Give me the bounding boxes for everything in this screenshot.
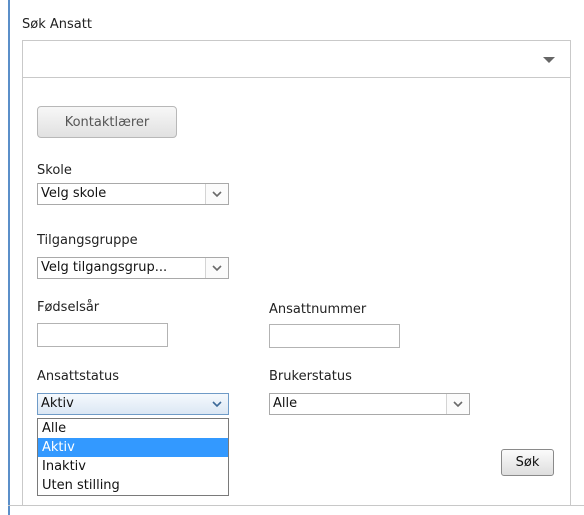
employee-search-combobox[interactable] — [22, 40, 571, 78]
search-button[interactable]: Søk — [501, 449, 554, 476]
school-select-value: Velg skole — [41, 186, 107, 201]
user-status-select[interactable]: Alle — [269, 393, 470, 415]
user-status-label: Brukerstatus — [269, 369, 352, 384]
dropdown-option[interactable]: Alle — [38, 419, 228, 438]
employee-number-input[interactable] — [269, 324, 400, 348]
employee-status-dropdown-list: Alle Aktiv Inaktiv Uten stilling — [37, 418, 229, 496]
employee-status-select[interactable]: Aktiv — [37, 393, 229, 415]
access-group-select[interactable]: Velg tilgangsgrup... — [37, 257, 229, 279]
dropdown-option[interactable]: Uten stilling — [38, 476, 228, 495]
employee-status-select-value: Aktiv — [41, 396, 74, 411]
window-border — [8, 0, 10, 515]
dropdown-option[interactable]: Inaktiv — [38, 457, 228, 476]
birth-year-label: Fødselsår — [37, 300, 100, 315]
school-select[interactable]: Velg skole — [37, 183, 229, 205]
access-group-select-value: Velg tilgangsgrup... — [41, 260, 168, 275]
access-group-label: Tilgangsgruppe — [37, 233, 138, 248]
divider — [8, 505, 584, 506]
chevron-down-icon[interactable] — [205, 394, 228, 414]
employee-status-label: Ansattstatus — [37, 369, 120, 384]
chevron-down-icon[interactable] — [205, 258, 228, 278]
birth-year-input[interactable] — [37, 323, 168, 347]
school-label: Skole — [37, 163, 72, 178]
dropdown-option[interactable]: Aktiv — [38, 438, 228, 457]
chevron-down-icon[interactable] — [205, 184, 228, 204]
panel-title: Søk Ansatt — [22, 17, 92, 32]
employee-number-label: Ansattnummer — [269, 302, 367, 317]
contact-teacher-button[interactable]: Kontaktlærer — [37, 106, 177, 138]
caret-down-icon[interactable] — [543, 57, 555, 63]
chevron-down-icon[interactable] — [446, 394, 469, 414]
user-status-select-value: Alle — [273, 396, 298, 411]
